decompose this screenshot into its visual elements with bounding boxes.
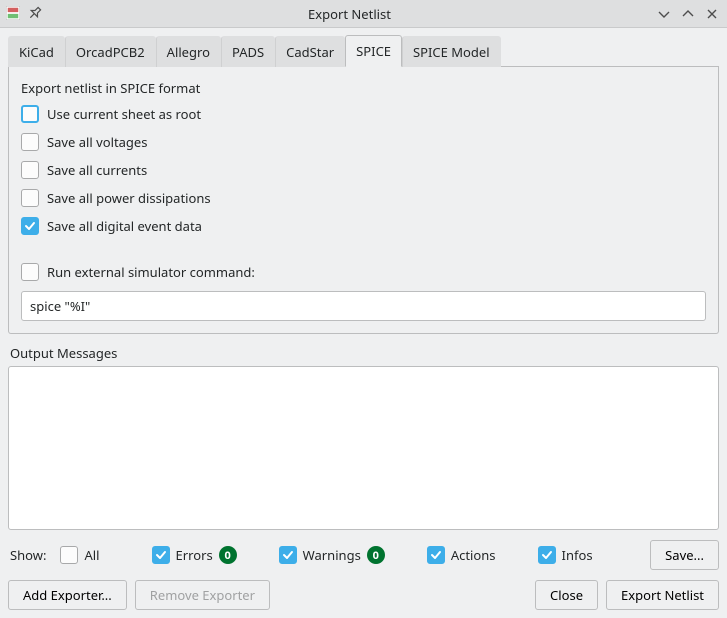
show-label: Show: (10, 546, 46, 564)
tab-spice-model[interactable]: SPICE Model (402, 36, 501, 67)
filter-warnings: Warnings 0 (279, 546, 385, 564)
footer: Add Exporter... Remove Exporter Close Ex… (8, 580, 719, 610)
use-current-sheet-checkbox[interactable] (21, 105, 39, 123)
save-all-voltages-label: Save all voltages (47, 133, 148, 151)
output-messages-label: Output Messages (10, 344, 719, 362)
run-external-label: Run external simulator command: (47, 263, 255, 281)
output-messages-box[interactable] (8, 366, 719, 530)
save-all-voltages-checkbox[interactable] (21, 133, 39, 151)
add-exporter-button[interactable]: Add Exporter... (8, 580, 127, 610)
save-all-currents-checkbox[interactable] (21, 161, 39, 179)
run-external-checkbox[interactable] (21, 263, 39, 281)
close-button[interactable] (703, 5, 721, 23)
tab-pads[interactable]: PADS (221, 36, 275, 67)
warnings-count-badge: 0 (367, 546, 385, 564)
maximize-button[interactable] (679, 5, 697, 23)
filter-all-checkbox[interactable] (60, 546, 78, 564)
close-button-footer[interactable]: Close (535, 580, 598, 610)
tab-orcadpcb2[interactable]: OrcadPCB2 (65, 36, 156, 67)
filter-infos-checkbox[interactable] (538, 546, 556, 564)
filter-infos-label: Infos (562, 546, 593, 564)
spice-section-label: Export netlist in SPICE format (21, 79, 708, 97)
remove-exporter-button[interactable]: Remove Exporter (135, 580, 270, 610)
external-command-input[interactable] (21, 291, 706, 321)
filter-actions-label: Actions (451, 546, 496, 564)
filter-actions: Actions (427, 546, 496, 564)
filter-infos: Infos (538, 546, 593, 564)
filter-errors-label: Errors (176, 546, 213, 564)
use-current-sheet-label: Use current sheet as root (47, 105, 201, 123)
filter-errors: Errors 0 (152, 546, 237, 564)
tab-allegro[interactable]: Allegro (156, 36, 221, 67)
filter-warnings-checkbox[interactable] (279, 546, 297, 564)
tab-kicad[interactable]: KiCad (8, 36, 65, 67)
save-all-currents-label: Save all currents (47, 161, 147, 179)
filter-all-label: All (84, 546, 99, 564)
filter-actions-checkbox[interactable] (427, 546, 445, 564)
app-icon (6, 6, 22, 22)
tabbar: KiCad OrcadPCB2 Allegro PADS CadStar SPI… (8, 34, 719, 67)
show-row: Show: All Errors 0 Warnings 0 A (8, 540, 719, 570)
save-all-digital-checkbox[interactable] (21, 217, 39, 235)
filter-errors-checkbox[interactable] (152, 546, 170, 564)
save-all-power-label: Save all power dissipations (47, 189, 211, 207)
filter-all: All (60, 546, 99, 564)
export-netlist-button[interactable]: Export Netlist (606, 580, 719, 610)
errors-count-badge: 0 (219, 546, 237, 564)
save-all-digital-label: Save all digital event data (47, 217, 202, 235)
output-messages-section: Output Messages (8, 344, 719, 530)
spice-panel: Export netlist in SPICE format Use curre… (8, 67, 719, 334)
save-messages-button[interactable]: Save... (650, 540, 719, 570)
save-all-power-checkbox[interactable] (21, 189, 39, 207)
filter-warnings-label: Warnings (303, 546, 361, 564)
minimize-button[interactable] (655, 5, 673, 23)
pin-icon[interactable] (28, 6, 44, 22)
tab-spice[interactable]: SPICE (345, 35, 402, 67)
titlebar: Export Netlist (0, 0, 727, 28)
window-title: Export Netlist (50, 5, 649, 23)
tab-cadstar[interactable]: CadStar (275, 36, 345, 67)
